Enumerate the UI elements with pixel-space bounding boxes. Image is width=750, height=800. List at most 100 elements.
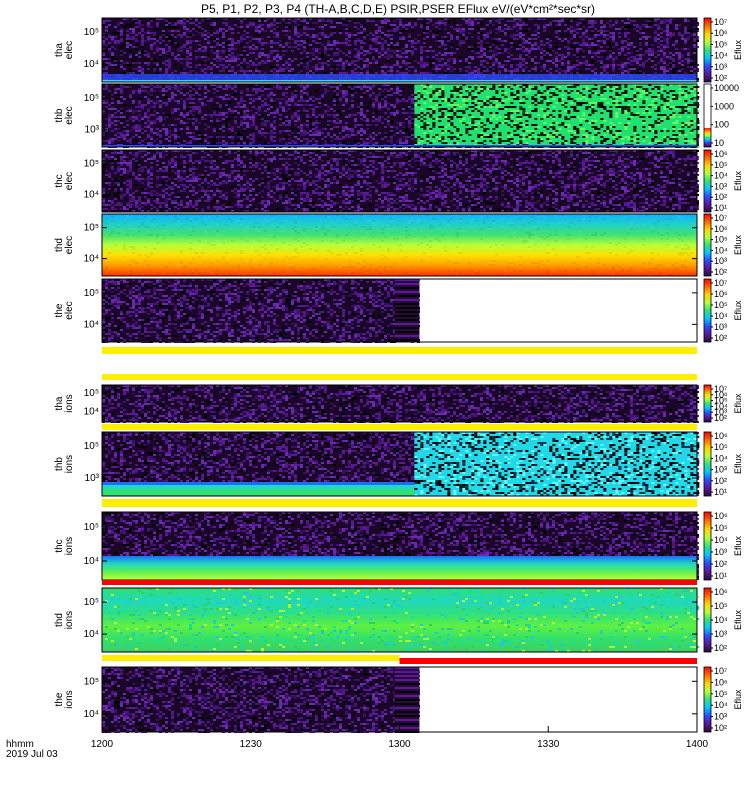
colorbar-tick-label: 10⁴ bbox=[714, 171, 728, 181]
colorbar-tick-label: 10⁵ bbox=[714, 300, 728, 310]
colorbar-label: Eflux bbox=[733, 234, 743, 255]
y-tick-label: 10⁴ bbox=[84, 319, 99, 330]
panel-y-label-species: ions bbox=[64, 537, 75, 555]
colorbar-tick-label: 10² bbox=[714, 413, 727, 423]
panel-the-elec: the elec10⁵10⁴10⁷10⁶10⁵10⁴10³10²Eflux bbox=[54, 278, 743, 343]
colorbar-tick-label: 10¹ bbox=[714, 571, 727, 581]
colorbar-tick-label: 10⁵ bbox=[714, 442, 728, 452]
colorbar-label: Eflux bbox=[733, 453, 743, 474]
panel-y-label-species: elec bbox=[64, 236, 75, 254]
panel-thb-ions: thb ions10⁵10³10⁶10⁵10⁴10³10²10¹Eflux bbox=[54, 431, 743, 497]
spectrogram-cells bbox=[102, 279, 420, 343]
spectrogram-cells bbox=[102, 432, 699, 496]
colorbar-fill bbox=[704, 150, 711, 212]
y-tick-label: 10⁴ bbox=[84, 407, 99, 418]
colorbar-tick-label: 10⁵ bbox=[714, 689, 728, 699]
flag-strip bbox=[102, 347, 697, 354]
y-tick-label: 10⁴ bbox=[84, 556, 99, 567]
colorbar-label: Eflux bbox=[733, 609, 743, 630]
colorbar-tick-label: 10⁶ bbox=[714, 149, 728, 159]
flag-strip bbox=[102, 655, 400, 661]
colorbar-fill bbox=[704, 667, 711, 732]
colorbar-label: Eflux bbox=[733, 300, 743, 321]
panels: tha elec10⁵10⁴10⁷10⁶10⁵10⁴10³10²Efluxthb e… bbox=[54, 17, 743, 733]
colorbar-tick-label: 10⁴ bbox=[714, 535, 728, 545]
flag-strip bbox=[102, 499, 697, 507]
colorbar-fill bbox=[704, 18, 711, 82]
flag-strip bbox=[102, 424, 697, 430]
y-tick-label: 10⁵ bbox=[84, 676, 99, 687]
colorbar: 10⁷10⁶10⁵10⁴10³10²Eflux bbox=[704, 278, 743, 343]
x-tick-label: 1400 bbox=[686, 739, 709, 750]
panel-thb-elec: thb elec10⁵10³10000100010010 bbox=[54, 83, 739, 148]
colorbar-label: Eflux bbox=[733, 170, 743, 191]
colorbar-fill bbox=[704, 279, 711, 342]
colorbar-tick-label: 10⁶ bbox=[714, 28, 728, 38]
y-tick-label: 10⁴ bbox=[84, 190, 99, 201]
colorbar-tick-label: 10⁶ bbox=[714, 431, 728, 441]
colorbar-tick-label: 10³ bbox=[714, 465, 727, 475]
panel-tha-ions: tha ions10⁵10⁴10⁷10⁶10⁵10⁴10³10²Eflux bbox=[54, 384, 743, 423]
spectrogram-cells bbox=[102, 84, 699, 148]
colorbar-tick-label: 10³ bbox=[714, 181, 727, 191]
y-tick-label: 10⁵ bbox=[84, 288, 99, 299]
colorbar-label: Eflux bbox=[733, 393, 743, 414]
colorbar-label: Eflux bbox=[733, 39, 743, 60]
colorbar-tick-label: 10² bbox=[714, 643, 727, 653]
colorbar-tick-label: 10² bbox=[714, 73, 727, 83]
panel-the-ions: the ions10⁵10⁴10⁷10⁶10⁵10⁴10³10²Eflux bbox=[54, 666, 743, 733]
x-tick-label: 1200 bbox=[91, 739, 114, 750]
colorbar-tick-label: 10⁵ bbox=[714, 235, 728, 245]
colorbar-tick-label: 10³ bbox=[714, 712, 727, 722]
colorbar-tick-label: 10 bbox=[714, 138, 724, 148]
y-tick-label: 10⁵ bbox=[84, 441, 99, 452]
colorbar-tick-label: 10⁴ bbox=[714, 453, 728, 463]
colorbar-tick-label: 10¹ bbox=[714, 487, 727, 497]
colorbar-tick-label: 10⁵ bbox=[714, 601, 728, 611]
colorbar-tick-label: 10⁴ bbox=[714, 51, 728, 61]
colorbar-tick-label: 10³ bbox=[714, 62, 727, 72]
colorbar: 10⁶10⁵10⁴10³10²10¹Eflux bbox=[704, 511, 743, 581]
colorbar-tick-label: 1000 bbox=[714, 101, 734, 111]
spectrogram-cells bbox=[102, 588, 699, 652]
colorbar: 10⁷10⁶10⁵10⁴10³10²Eflux bbox=[704, 384, 743, 423]
panel-tha-elec: tha elec10⁵10⁴10⁷10⁶10⁵10⁴10³10²Eflux bbox=[54, 17, 743, 83]
panel-thd-elec: thd elec10⁵10⁴10⁷10⁶10⁵10⁴10³10²Eflux bbox=[54, 213, 743, 277]
colorbar: 10000100010010 bbox=[704, 83, 739, 148]
colorbar-tick-label: 10⁴ bbox=[714, 311, 728, 321]
x-tick-label: 1300 bbox=[388, 739, 411, 750]
spectrogram-cells bbox=[102, 214, 699, 276]
y-tick-label: 10⁴ bbox=[84, 254, 99, 265]
panel-y-label-species: elec bbox=[64, 172, 75, 190]
colorbar-tick-label: 10² bbox=[714, 333, 727, 343]
flag-strip bbox=[102, 374, 697, 380]
colorbar-tick-label: 10⁷ bbox=[714, 278, 727, 288]
colorbar-tick-label: 10⁴ bbox=[714, 615, 728, 625]
x-axis-label-date: 2019 Jul 03 bbox=[6, 749, 58, 760]
spectrogram-cells bbox=[102, 18, 699, 82]
chart-svg: P5, P1, P2, P3, P4 (TH-A,B,C,D,E) PSIR,P… bbox=[0, 0, 750, 800]
panel-y-label-species: elec bbox=[64, 41, 75, 59]
colorbar-tick-label: 10³ bbox=[714, 629, 727, 639]
chart-title: P5, P1, P2, P3, P4 (TH-A,B,C,D,E) PSIR,P… bbox=[201, 2, 595, 16]
colorbar-tick-label: 10³ bbox=[714, 322, 727, 332]
colorbar-tick-label: 10² bbox=[714, 192, 727, 202]
colorbar-tick-label: 10⁵ bbox=[714, 160, 728, 170]
y-tick-label: 10⁴ bbox=[84, 709, 99, 720]
colorbar-tick-label: 10³ bbox=[714, 547, 727, 557]
y-tick-label: 10⁵ bbox=[84, 159, 99, 170]
colorbar: 10⁶10⁵10⁴10³10²10¹Eflux bbox=[704, 431, 743, 497]
colorbar-tick-label: 10⁷ bbox=[714, 213, 727, 223]
colorbar-tick-label: 10⁵ bbox=[714, 523, 728, 533]
panel-y-label-species: ions bbox=[64, 611, 75, 629]
colorbar-tick-label: 10⁵ bbox=[714, 39, 728, 49]
spectrogram-cells bbox=[102, 385, 699, 423]
colorbar-tick-label: 10000 bbox=[714, 83, 739, 93]
y-tick-label: 10⁵ bbox=[84, 223, 99, 234]
colorbar-tick-label: 10⁴ bbox=[714, 245, 728, 255]
colorbar-tick-label: 10⁷ bbox=[714, 17, 727, 27]
colorbar-tick-label: 10⁷ bbox=[714, 666, 727, 676]
y-tick-label: 10³ bbox=[85, 124, 100, 135]
panel-thc-ions: thc ions10⁵10⁴10⁶10⁵10⁴10³10²10¹Eflux bbox=[54, 511, 743, 581]
spectrogram-cells bbox=[102, 512, 699, 580]
